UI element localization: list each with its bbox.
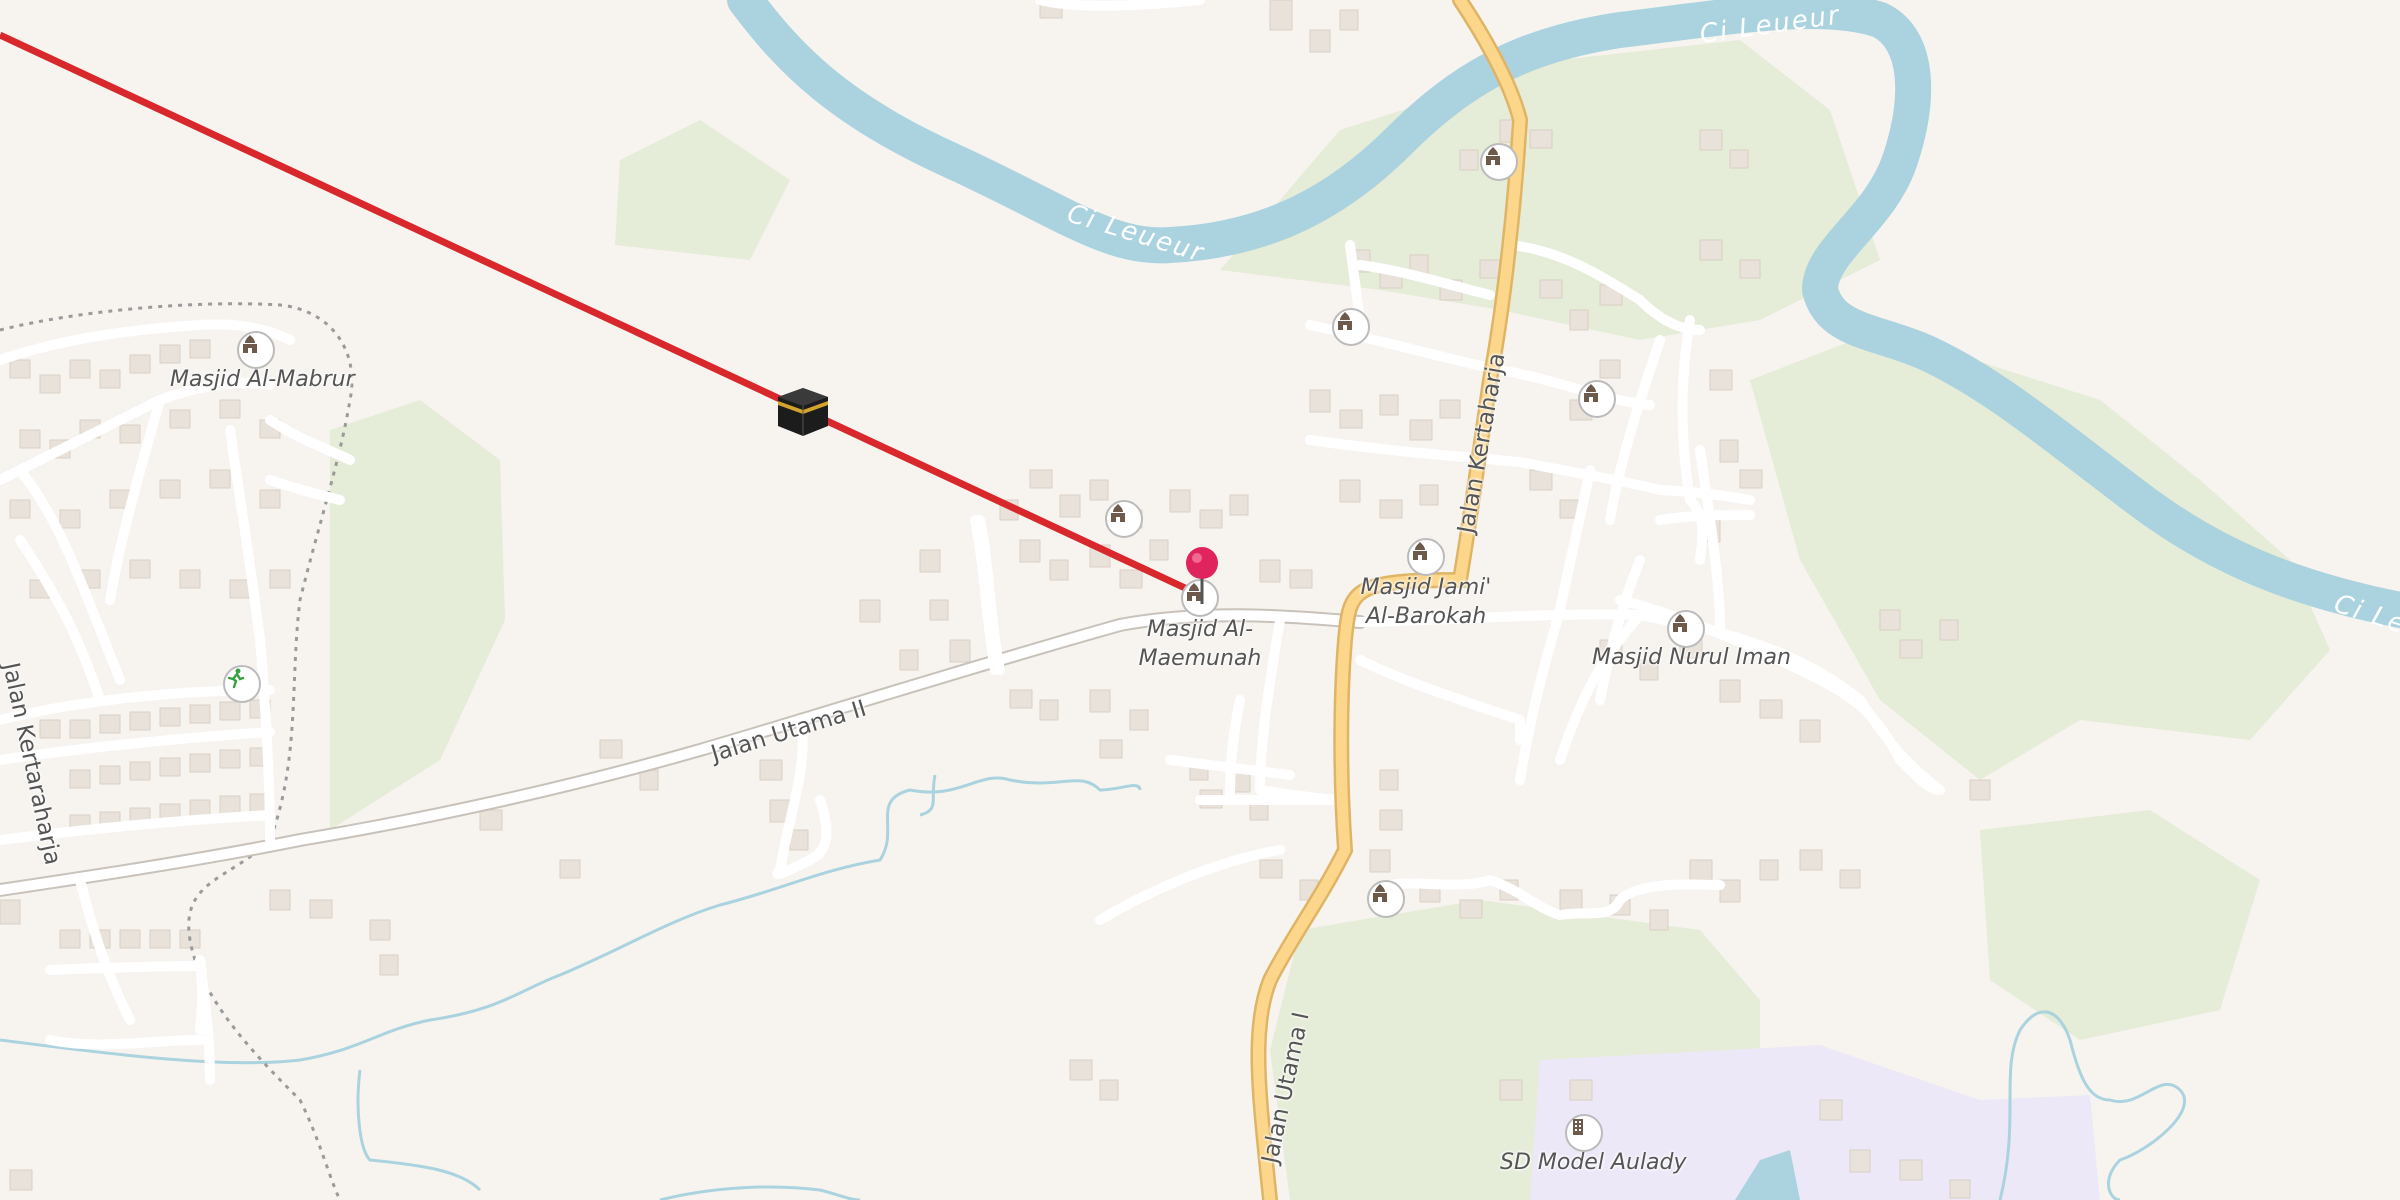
place-label-masjid-al-mabrur: Masjid Al-Mabrur <box>170 367 355 392</box>
place-label-masjid-jami-line2: Al-Barokah <box>1365 604 1487 629</box>
place-label-masjid-jami-line1: Masjid Jami' <box>1360 575 1492 600</box>
place-label-masjid-al-maemunah-line1: Masjid Al- <box>1146 617 1254 642</box>
place-label-masjid-nurul-iman: Masjid Nurul Iman <box>1592 645 1791 670</box>
map-canvas[interactable]: Jalan Utama II Jalan Utama I Jalan Kerta… <box>0 0 2400 1200</box>
mosque-icon[interactable] <box>1332 308 1370 346</box>
school-area <box>1530 1045 2100 1200</box>
mosque-icon[interactable] <box>1367 880 1405 918</box>
mosque-icon[interactable] <box>1667 610 1705 648</box>
mosque-icon[interactable] <box>1105 500 1143 538</box>
school-icon[interactable] <box>1565 1114 1603 1152</box>
place-label-masjid-al-maemunah-line2: Maemunah <box>1138 646 1262 671</box>
current-location-pin[interactable] <box>1184 546 1220 606</box>
mosque-icon[interactable] <box>1480 143 1518 181</box>
place-label-sd-model-aulady: SD Model Aulady <box>1500 1150 1687 1175</box>
mosque-icon[interactable] <box>1407 538 1445 576</box>
mosque-icon[interactable] <box>1578 380 1616 418</box>
kaaba-icon[interactable] <box>776 386 830 438</box>
sports-running-icon[interactable] <box>223 665 261 703</box>
mosque-icon[interactable] <box>237 331 275 369</box>
qibla-direction-line <box>0 31 1202 599</box>
